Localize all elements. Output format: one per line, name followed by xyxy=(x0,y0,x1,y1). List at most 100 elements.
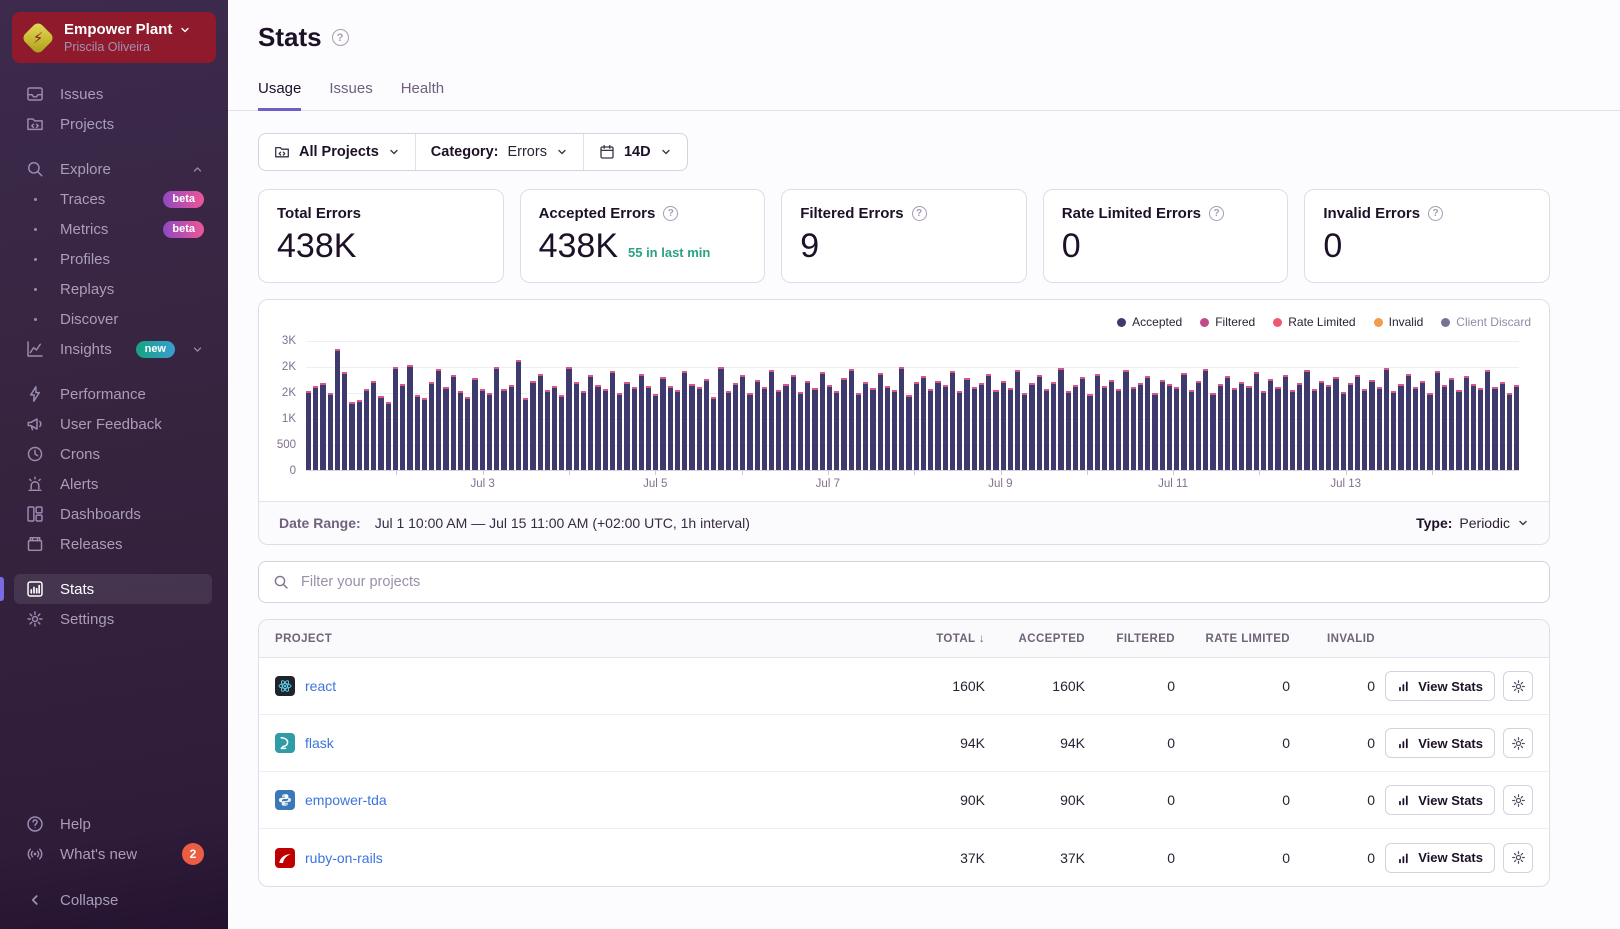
chart-bar[interactable] xyxy=(1477,388,1484,470)
sidebar-item-dashboards[interactable]: Dashboards xyxy=(14,499,212,529)
chart-bar[interactable] xyxy=(797,392,804,470)
chart-bar[interactable] xyxy=(1188,390,1194,470)
chart-bar[interactable] xyxy=(327,393,333,470)
view-stats-button[interactable]: View Stats xyxy=(1385,728,1495,758)
project-search-input[interactable] xyxy=(299,573,1535,591)
chart-bar[interactable] xyxy=(776,390,782,470)
chart-bar[interactable] xyxy=(342,372,348,470)
chart-bar[interactable] xyxy=(1253,372,1259,470)
chart-bar[interactable] xyxy=(935,381,941,470)
chart-bar[interactable] xyxy=(1275,387,1281,470)
column-header-filtered[interactable]: FILTERED xyxy=(1085,633,1175,645)
chart-bar[interactable] xyxy=(1080,377,1086,470)
sidebar-item-crons[interactable]: Crons xyxy=(14,439,212,469)
chart-bar[interactable] xyxy=(1362,389,1368,470)
chart-bar[interactable] xyxy=(588,375,594,470)
chart-bar[interactable] xyxy=(913,382,919,470)
chart-bar[interactable] xyxy=(783,384,789,470)
sidebar-item-performance[interactable]: Performance xyxy=(14,379,212,409)
sidebar-item-user-feedback[interactable]: User Feedback xyxy=(14,409,212,439)
chart-bar[interactable] xyxy=(1145,376,1151,470)
chart-bar[interactable] xyxy=(457,391,464,470)
chart-bar[interactable] xyxy=(486,393,493,470)
project-link[interactable]: react xyxy=(305,678,336,694)
project-settings-button[interactable] xyxy=(1503,671,1533,701)
chart-bar[interactable] xyxy=(1398,384,1404,470)
chart-bar[interactable] xyxy=(1354,375,1361,470)
chart-bar[interactable] xyxy=(1166,384,1173,470)
chart-bar[interactable] xyxy=(1051,382,1057,470)
sidebar-item-profiles[interactable]: Profiles xyxy=(14,244,212,274)
chart-bar[interactable] xyxy=(414,395,420,470)
chart-bar[interactable] xyxy=(1109,380,1115,470)
chart-bar[interactable] xyxy=(501,389,507,470)
view-stats-button[interactable]: View Stats xyxy=(1385,671,1495,701)
chart-bar[interactable] xyxy=(306,391,312,470)
chart-bar[interactable] xyxy=(1116,389,1122,470)
chart-bar[interactable] xyxy=(1318,381,1325,470)
chart-bar[interactable] xyxy=(1297,383,1303,470)
help-icon[interactable]: ? xyxy=(1428,206,1444,221)
sidebar-item-insights[interactable]: Insights new xyxy=(14,334,212,364)
chart-bar[interactable] xyxy=(392,367,399,470)
chart-bar[interactable] xyxy=(993,390,999,470)
sidebar-item-releases[interactable]: Releases xyxy=(14,529,212,559)
chart-bar[interactable] xyxy=(1427,393,1433,470)
chart-bar[interactable] xyxy=(1376,387,1382,470)
project-link[interactable]: ruby-on-rails xyxy=(305,850,383,866)
chart-bar[interactable] xyxy=(1159,380,1165,470)
project-link[interactable]: empower-tda xyxy=(305,792,387,808)
chart-bar[interactable] xyxy=(928,389,934,470)
chart-bar[interactable] xyxy=(530,381,536,470)
chart-bar[interactable] xyxy=(1441,385,1448,470)
chart-bar[interactable] xyxy=(920,376,927,470)
chart-bar[interactable] xyxy=(703,379,710,470)
chart-bar[interactable] xyxy=(1007,388,1013,470)
project-settings-button[interactable] xyxy=(1503,785,1533,815)
column-header-total[interactable]: TOTAL ↓ xyxy=(865,633,985,645)
legend-item-rate-limited[interactable]: Rate Limited xyxy=(1273,315,1356,329)
chart-bar[interactable] xyxy=(1326,385,1332,470)
chart-bar[interactable] xyxy=(1311,389,1317,470)
project-settings-button[interactable] xyxy=(1503,842,1533,873)
chart-bar[interactable] xyxy=(551,386,558,470)
chart-bar[interactable] xyxy=(559,395,565,470)
sidebar-item-settings[interactable]: Settings xyxy=(14,604,212,634)
chart-bar[interactable] xyxy=(1174,387,1180,470)
chart-bar[interactable] xyxy=(1449,378,1455,470)
project-filter[interactable]: All Projects xyxy=(259,134,415,170)
chart-bar[interactable] xyxy=(711,397,717,470)
chart-bar[interactable] xyxy=(957,391,963,470)
chart-bar[interactable] xyxy=(870,388,876,470)
sidebar-item-alerts[interactable]: Alerts xyxy=(14,469,212,499)
chart-bar[interactable] xyxy=(1072,385,1079,470)
chart-bar[interactable] xyxy=(1123,370,1129,470)
chart-bar[interactable] xyxy=(638,374,645,470)
chart-bar[interactable] xyxy=(609,371,616,470)
chart-bar[interactable] xyxy=(1485,370,1491,470)
sidebar-item-stats[interactable]: Stats xyxy=(0,574,212,604)
chart-bar[interactable] xyxy=(1195,381,1202,470)
chart-bar[interactable] xyxy=(790,375,796,470)
chart-bar[interactable] xyxy=(674,390,681,470)
chart-bar[interactable] xyxy=(660,377,666,470)
chart-bar[interactable] xyxy=(1282,375,1288,470)
chart-bar[interactable] xyxy=(1456,390,1462,470)
chart-bar[interactable] xyxy=(812,388,818,470)
chart-bar[interactable] xyxy=(1137,383,1144,470)
project-link[interactable]: flask xyxy=(305,735,334,751)
chart-bar[interactable] xyxy=(1022,393,1028,470)
chart-bar[interactable] xyxy=(1434,371,1440,470)
chart-bar[interactable] xyxy=(1210,393,1216,470)
tab-health[interactable]: Health xyxy=(401,80,444,111)
legend-item-accepted[interactable]: Accepted xyxy=(1117,315,1182,329)
chart-bar[interactable] xyxy=(1130,387,1136,470)
chart-bar[interactable] xyxy=(602,389,608,470)
chart-bar[interactable] xyxy=(653,394,659,470)
chart-bar[interactable] xyxy=(334,349,341,470)
chart-bar[interactable] xyxy=(899,367,905,470)
chart-bar[interactable] xyxy=(631,387,637,470)
chart-bar[interactable] xyxy=(494,367,500,470)
chart-bar[interactable] xyxy=(841,378,847,470)
sidebar-item-what-s-new[interactable]: What's new 2 xyxy=(14,839,212,869)
